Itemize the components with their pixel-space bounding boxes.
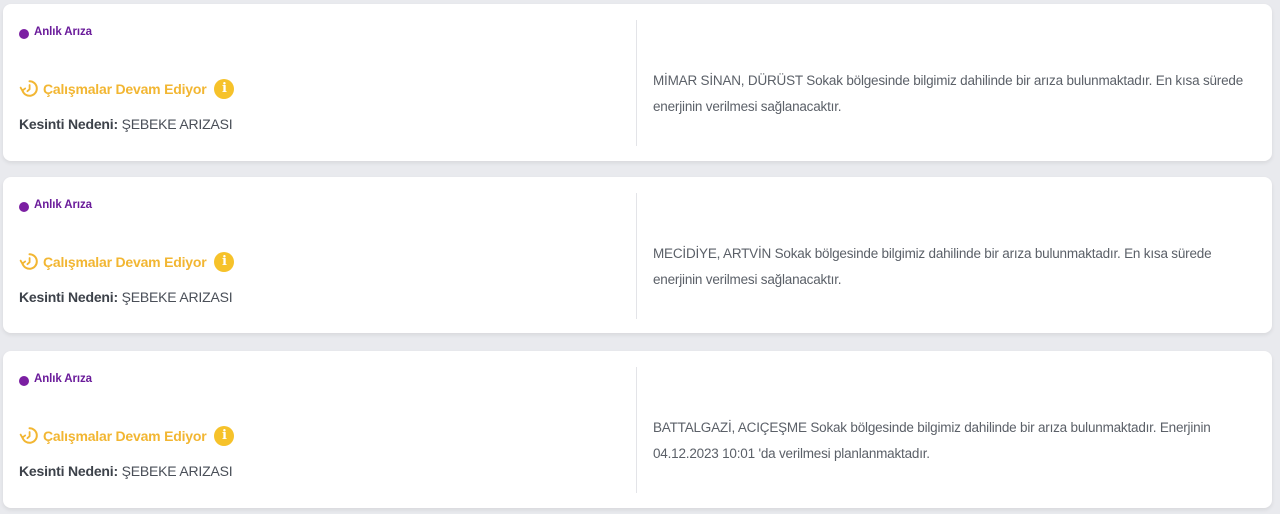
outage-list: Anlık Arıza Çalışmalar Devam Ediyor i Ke… (0, 0, 1280, 514)
clock-refresh-icon (19, 78, 40, 99)
outage-type-label: Anlık Arıza (34, 199, 92, 211)
outage-description: MECİDİYE, ARTVİN Sokak bölgesinde bilgim… (653, 246, 1212, 287)
info-icon[interactable]: i (214, 425, 235, 446)
outage-reason-label: Kesinti Nedeni: (19, 116, 118, 132)
outage-type-tag: Anlık Arıza (19, 25, 92, 39)
divider (636, 367, 637, 493)
work-status: Çalışmalar Devam Ediyor i (19, 425, 235, 446)
work-status: Çalışmalar Devam Ediyor i (19, 251, 235, 272)
outage-reason-label: Kesinti Nedeni: (19, 463, 118, 479)
work-status: Çalışmalar Devam Ediyor i (19, 78, 235, 99)
info-icon[interactable]: i (214, 78, 235, 99)
outage-card: Anlık Arıza Çalışmalar Devam Ediyor i Ke… (3, 351, 1272, 508)
info-icon[interactable]: i (214, 251, 235, 272)
work-status-label: Çalışmalar Devam Ediyor (43, 80, 207, 97)
clock-refresh-icon (19, 425, 40, 446)
work-status-label: Çalışmalar Devam Ediyor (43, 253, 207, 270)
outage-reason-label: Kesinti Nedeni: (19, 289, 118, 305)
outage-description: BATTALGAZİ, ACIÇEŞME Sokak bölgesinde bi… (653, 420, 1211, 461)
outage-card: Anlık Arıza Çalışmalar Devam Ediyor i Ke… (3, 4, 1272, 161)
divider (636, 193, 637, 319)
outage-reason-value: ŞEBEKE ARIZASI (121, 463, 233, 479)
outage-reason: Kesinti Nedeni: ŞEBEKE ARIZASI (19, 463, 233, 479)
outage-card: Anlık Arıza Çalışmalar Devam Ediyor i Ke… (3, 177, 1272, 333)
outage-type-label: Anlık Arıza (34, 26, 92, 38)
outage-description: MİMAR SİNAN, DÜRÜST Sokak bölgesinde bil… (653, 73, 1244, 114)
divider (636, 20, 637, 146)
outage-type-label: Anlık Arıza (34, 373, 92, 385)
dot-icon (19, 376, 29, 386)
outage-reason-value: ŞEBEKE ARIZASI (121, 116, 233, 132)
dot-icon (19, 202, 29, 212)
work-status-label: Çalışmalar Devam Ediyor (43, 427, 207, 444)
outage-reason: Kesinti Nedeni: ŞEBEKE ARIZASI (19, 116, 233, 132)
outage-type-tag: Anlık Arıza (19, 372, 92, 386)
outage-type-tag: Anlık Arıza (19, 198, 92, 212)
outage-reason-value: ŞEBEKE ARIZASI (121, 289, 233, 305)
outage-reason: Kesinti Nedeni: ŞEBEKE ARIZASI (19, 289, 233, 305)
dot-icon (19, 29, 29, 39)
clock-refresh-icon (19, 251, 40, 272)
